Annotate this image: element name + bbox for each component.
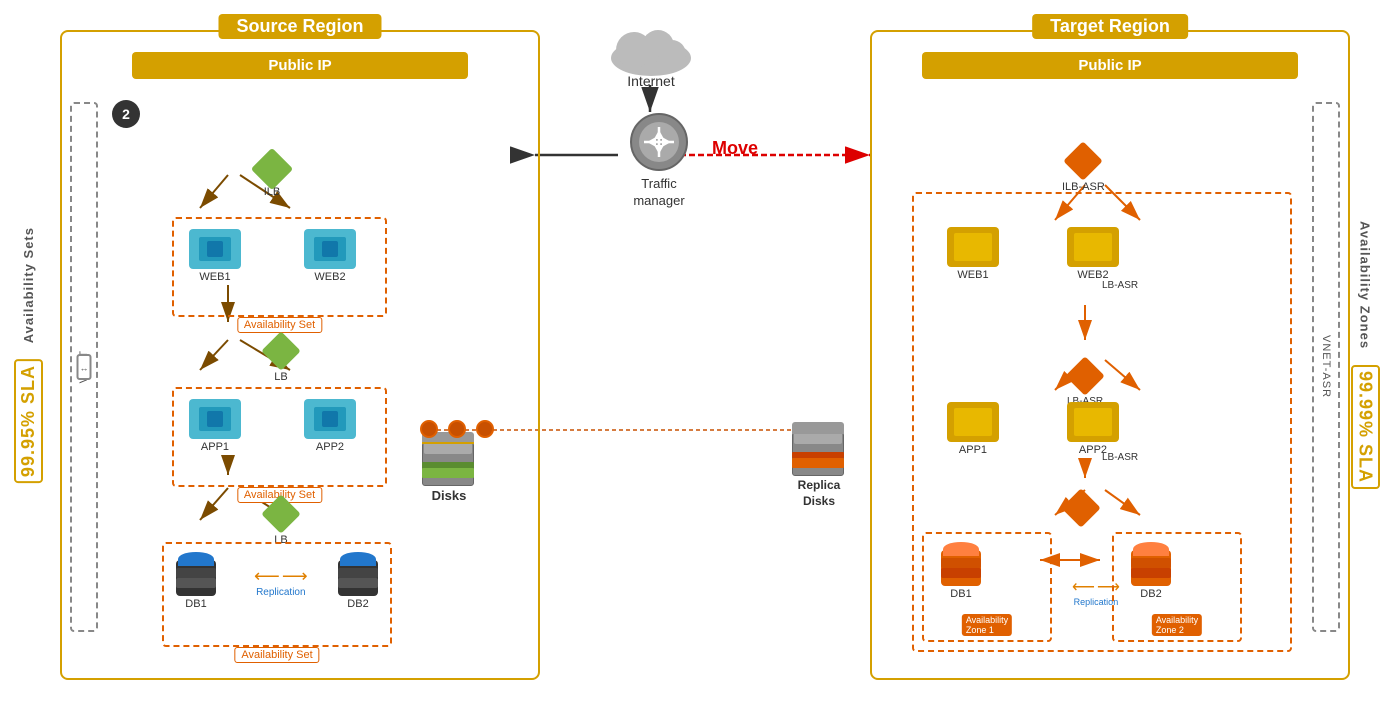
source-lb2: LB [267, 500, 295, 546]
cloud-svg [606, 18, 696, 78]
num-badge: 2 [112, 100, 140, 128]
replication-dots [420, 420, 494, 438]
rep-dot2 [448, 420, 466, 438]
target-db1-label: DB1 [950, 588, 971, 600]
source-web2-label: WEB2 [314, 271, 345, 283]
ilb-asr-icon [1064, 141, 1104, 181]
source-app2-label: APP2 [316, 441, 344, 453]
target-app1-icon [947, 402, 999, 442]
vnet-asr-bar: VNET-ASR [1312, 102, 1340, 632]
app1-vm-icon [189, 399, 241, 439]
target-web2-icon [1067, 227, 1119, 267]
diagram-container: Source Region Public IP VNET ↔ 2 ILB [0, 0, 1393, 727]
target-app2-icon [1067, 402, 1119, 442]
rep-dot1 [420, 420, 438, 438]
source-db2-label: DB2 [347, 598, 368, 610]
rep-dot3 [476, 420, 494, 438]
availability-sets-label: Availability Sets [21, 227, 36, 343]
target-db2-label: DB2 [1140, 588, 1161, 600]
zone1-label: AvailabilityZone 1 [962, 614, 1012, 636]
target-app2: APP2 [1067, 402, 1119, 456]
target-lb-asr2 [1067, 494, 1095, 522]
lb1-label: LB [274, 371, 287, 383]
avail-zone1-box: DB1 AvailabilityZone 1 [922, 532, 1052, 642]
lb-asr1-icon [1065, 356, 1105, 396]
zone2-label: AvailabilityZone 2 [1152, 614, 1202, 636]
lb1-icon [261, 331, 301, 371]
move-label: Move [712, 138, 758, 159]
source-db1-label: DB1 [185, 598, 206, 610]
target-public-ip-bar: Public IP [922, 52, 1298, 79]
vnet-bar: VNET ↔ [70, 102, 98, 632]
avail-sets-bar: Availability Sets 99.95% SLA [8, 30, 48, 680]
target-db2-icon [1129, 542, 1173, 586]
internet-section: Internet [596, 18, 706, 89]
web1-vm-icon [189, 229, 241, 269]
source-app1-label: APP1 [201, 441, 229, 453]
ilb-icon [251, 148, 293, 190]
source-web1: WEB1 [189, 229, 241, 283]
source-disks: Disks [422, 432, 476, 503]
app2-vm-icon [304, 399, 356, 439]
web-avail-set-box: WEB1 WEB2 Availability Set [172, 217, 387, 317]
source-app2: APP2 [304, 399, 356, 453]
replica-disks-label: ReplicaDisks [798, 478, 841, 509]
target-lb-asr1: LB-ASR [1067, 362, 1103, 407]
source-db2: DB2 [336, 552, 380, 610]
source-sla-badge: 99.95% SLA [14, 359, 43, 483]
replication-arrows: ⟵ ⟶ [254, 566, 308, 587]
lb-asr-label2: LB-ASR [1102, 452, 1138, 463]
target-db2: DB2 [1129, 542, 1173, 600]
lb2-icon [261, 494, 301, 534]
source-ilb: ILB [257, 154, 287, 198]
lb-asr-label1: LB-ASR [1102, 280, 1138, 291]
replica-disks: ReplicaDisks [792, 422, 846, 509]
source-web1-label: WEB1 [199, 271, 230, 283]
traffic-manager-label: Trafficmanager [633, 176, 684, 210]
source-region-label: Source Region [218, 14, 381, 39]
internet-label: Internet [627, 73, 674, 89]
db1-icon [174, 552, 218, 596]
source-region: Source Region Public IP VNET ↔ 2 ILB [60, 30, 540, 680]
source-web2: WEB2 [304, 229, 356, 283]
target-db1-icon [939, 542, 983, 586]
lb-asr2-icon [1061, 488, 1101, 528]
avail-zones-bar: Availability Zones 99.99% SLA [1345, 30, 1385, 680]
target-ilb-asr: ILB-ASR [1062, 147, 1105, 193]
source-db1: DB1 [174, 552, 218, 610]
vnet-asr-label: VNET-ASR [1320, 335, 1332, 398]
source-replication-label: Replication [256, 587, 305, 598]
disks-icon [422, 432, 476, 486]
replica-disks-icon [792, 422, 846, 476]
target-region-label: Target Region [1032, 14, 1188, 39]
db-avail-set-box: DB1 ⟵ ⟶ Replication DB2 Avail [162, 542, 392, 647]
web2-vm-icon [304, 229, 356, 269]
avail-zone2-box: DB2 AvailabilityZone 2 [1112, 532, 1242, 642]
target-app1-label: APP1 [959, 444, 987, 456]
source-app1: APP1 [189, 399, 241, 453]
source-lb1: LB [267, 337, 295, 383]
target-web1-label: WEB1 [957, 269, 988, 281]
traffic-manager-section: Trafficmanager [614, 112, 704, 210]
db2-icon [336, 552, 380, 596]
target-web2: WEB2 [1067, 227, 1119, 281]
source-public-ip-bar: Public IP [132, 52, 468, 79]
target-app1: APP1 [947, 402, 999, 456]
db-avail-set-label: Availability Set [234, 647, 319, 663]
disks-label: Disks [432, 488, 467, 503]
target-region: Target Region Public IP VNET-ASR ILB-ASR… [870, 30, 1350, 680]
target-sla-badge: 99.99% SLA [1351, 365, 1380, 489]
web-avail-set-label: Availability Set [237, 317, 322, 333]
target-web1: WEB1 [947, 227, 999, 281]
traffic-manager-icon [629, 112, 689, 172]
source-replication: ⟵ ⟶ Replication [254, 566, 308, 598]
target-db1: DB1 [939, 542, 983, 600]
target-web1-icon [947, 227, 999, 267]
app-avail-set-box: APP1 APP2 Availability Set [172, 387, 387, 487]
availability-zones-label: Availability Zones [1358, 221, 1373, 349]
